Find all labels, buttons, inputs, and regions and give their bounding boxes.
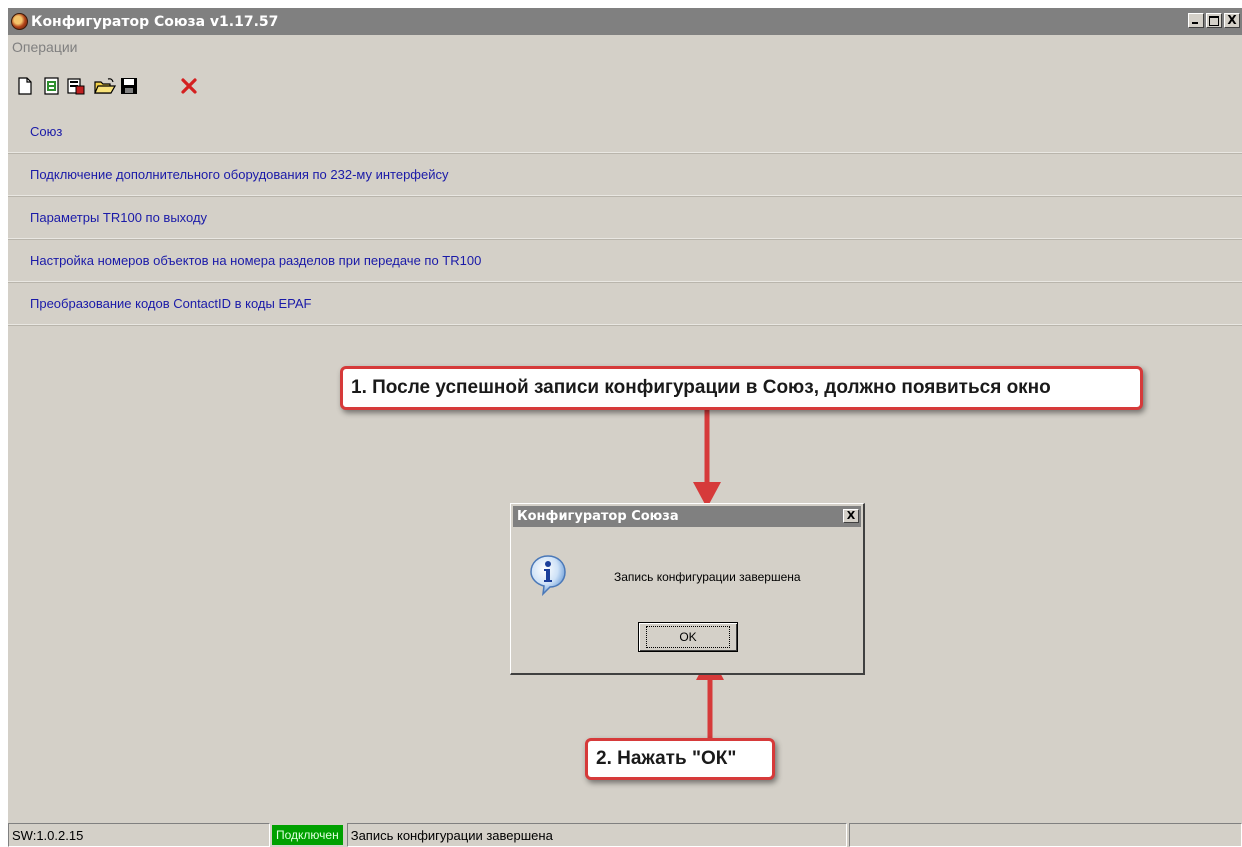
annotation-arrows [693,408,724,740]
message-dialog: Конфигуратор Союза X Запись конфигурации… [510,503,865,675]
annotation-step-1: 1. После успешной записи конфигурации в … [340,366,1143,410]
ok-button-label: OK [646,626,730,648]
dialog-close-button[interactable]: X [843,509,859,523]
ok-button[interactable]: OK [638,622,738,652]
dialog-title: Конфигуратор Союза [517,509,679,524]
dialog-title-bar: Конфигуратор Союза X [513,506,861,527]
arrow-to-dialog [693,408,721,508]
dialog-message: Запись конфигурации завершена [614,570,801,584]
info-icon [530,555,566,596]
annotation-step-2: 2. Нажать "ОК" [585,738,775,780]
